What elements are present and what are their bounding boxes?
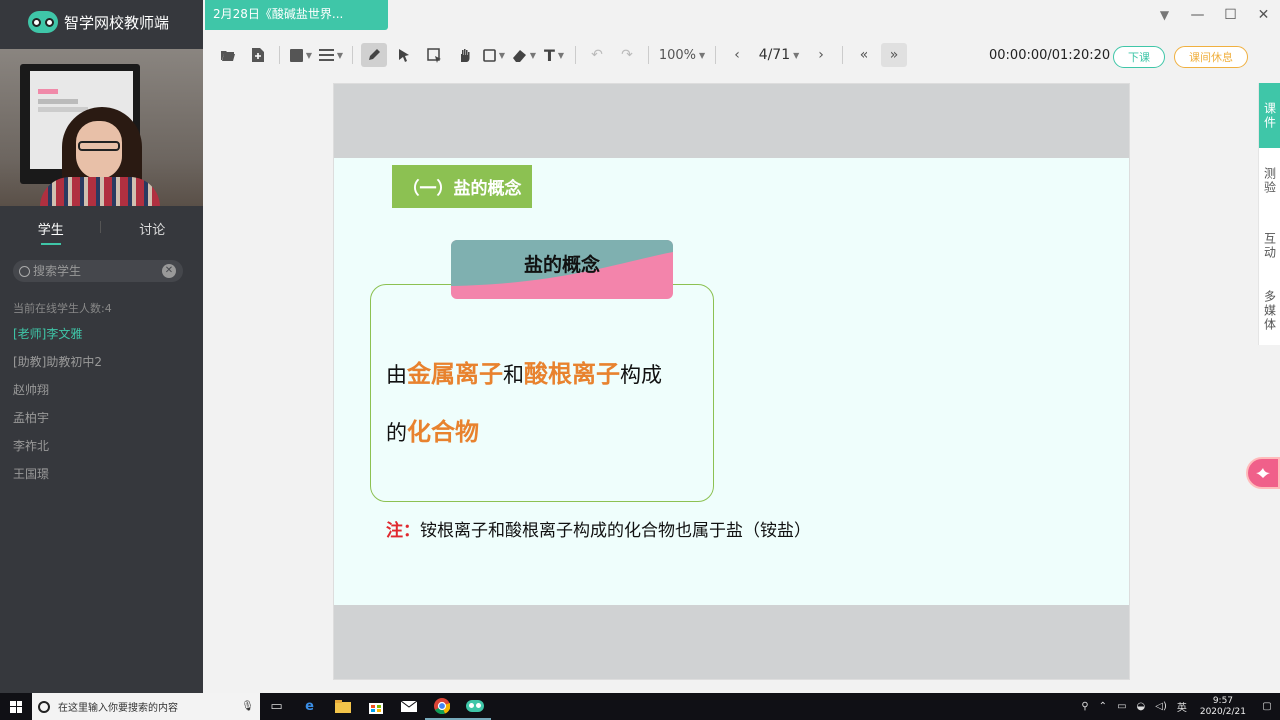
- app-name: 智学网校教师端: [64, 13, 170, 32]
- teacher-video[interactable]: [0, 49, 203, 206]
- list-item[interactable]: 孟柏宇: [13, 407, 102, 435]
- battery-icon[interactable]: ▭: [1117, 701, 1126, 712]
- list-item[interactable]: 赵帅翔: [13, 379, 102, 407]
- clear-icon[interactable]: ✕: [162, 264, 176, 278]
- highlight-text: 酸根离子: [524, 360, 620, 388]
- mail-icon[interactable]: [392, 693, 425, 720]
- concept-header: 盐的概念: [451, 240, 673, 299]
- toolbar: ▼ ▼ ▼ ▼ T ▼ ↶ ↷ 100% ▼ ‹ 4/71 ▼ › « » 00:00…: [203, 30, 1280, 80]
- note-label: 注：: [386, 521, 420, 541]
- ime-indicator[interactable]: 英: [1177, 699, 1187, 714]
- concept-box: [370, 284, 714, 502]
- clock[interactable]: 9:57 2020/2/21: [1200, 696, 1246, 718]
- break-button[interactable]: 课间休息: [1174, 46, 1248, 68]
- tab-discussion[interactable]: 讨论: [102, 206, 204, 250]
- zoom-select[interactable]: 100% ▼: [657, 43, 707, 67]
- list-item[interactable]: [老师]李文雅: [13, 323, 102, 351]
- eraser-icon[interactable]: ▼: [511, 43, 537, 67]
- folder-open-icon[interactable]: [215, 43, 241, 67]
- slide-content: （一）盐的概念 盐的概念 由金属离子和酸根离子构成 的化合物 注：铵根离子和酸根…: [334, 158, 1129, 605]
- next-page-icon[interactable]: ›: [808, 43, 834, 67]
- minimize-button[interactable]: —: [1181, 0, 1214, 30]
- prev-page-icon[interactable]: ‹: [724, 43, 750, 67]
- clock-time: 9:57: [1212, 695, 1234, 706]
- taskbar-search-text: 在这里输入你要搜索的内容: [58, 703, 178, 714]
- sidebar-tabs: 学生 讨论: [0, 206, 203, 250]
- slide[interactable]: （一）盐的概念 盐的概念 由金属离子和酸根离子构成 的化合物 注：铵根离子和酸根…: [333, 83, 1130, 680]
- right-panel-tabs: 课件 测验 互动 多媒体: [1258, 83, 1280, 345]
- app-header: 智学网校教师端: [0, 0, 203, 44]
- taskbar: 在这里输入你要搜索的内容 🎙 ▭ e ⚲ ⌃ ▭ ◒ ◁) 英 9:57 202…: [0, 693, 1280, 720]
- definition-line-2: 的化合物: [386, 418, 479, 446]
- document-tab[interactable]: 2月28日《酸碱盐世界...: [205, 0, 388, 30]
- people-icon[interactable]: ⚲: [1081, 701, 1088, 712]
- search-input[interactable]: [33, 264, 163, 278]
- network-icon[interactable]: ◒: [1137, 701, 1146, 712]
- tab-multimedia[interactable]: 多媒体: [1259, 278, 1280, 343]
- cortana-icon: [38, 700, 50, 713]
- tab-courseware[interactable]: 课件: [1259, 83, 1280, 148]
- new-page-icon[interactable]: [245, 43, 271, 67]
- first-page-icon[interactable]: «: [851, 43, 877, 67]
- tab-quiz[interactable]: 测验: [1259, 148, 1280, 213]
- shape-icon[interactable]: ▼: [481, 43, 507, 67]
- window-controls: ▼ — ☐ ✕: [1148, 0, 1280, 30]
- highlight-text: 金属离子: [407, 360, 503, 388]
- section-title: （一）盐的概念: [392, 165, 532, 208]
- store-icon[interactable]: [359, 693, 392, 720]
- online-count: 当前在线学生人数:4: [13, 302, 112, 315]
- list-item[interactable]: 王国璟: [13, 463, 102, 491]
- search-icon: [19, 265, 30, 277]
- bird-icon[interactable]: [1246, 457, 1280, 489]
- notification-icon[interactable]: ▢: [1254, 701, 1280, 712]
- fill-color-icon[interactable]: ▼: [288, 43, 314, 67]
- definition-line-1: 由金属离子和酸根离子构成: [386, 360, 662, 388]
- hand-icon[interactable]: [451, 43, 477, 67]
- dropdown-icon[interactable]: ▼: [1148, 0, 1181, 30]
- student-search: ✕: [13, 260, 183, 282]
- file-explorer-icon[interactable]: [326, 693, 359, 720]
- page-indicator: 4/71: [758, 47, 791, 63]
- edge-icon[interactable]: e: [293, 693, 326, 720]
- member-list: [老师]李文雅 [助教]助教初中2 赵帅翔 孟柏宇 李祚北 王国璟: [13, 323, 102, 491]
- chevron-up-icon[interactable]: ⌃: [1099, 701, 1107, 712]
- line-style-icon[interactable]: ▼: [318, 43, 344, 67]
- highlight-text: 化合物: [407, 418, 479, 446]
- canvas-area[interactable]: （一）盐的概念 盐的概念 由金属离子和酸根离子构成 的化合物 注：铵根离子和酸根…: [203, 80, 1256, 693]
- tab-students[interactable]: 学生: [0, 206, 102, 250]
- list-item[interactable]: [助教]助教初中2: [13, 351, 102, 379]
- undo-icon[interactable]: ↶: [584, 43, 610, 67]
- sidebar: 智学网校教师端 学生 讨论 ✕ 当前在线学生人数:4 [老师]李文雅 [助教]助…: [0, 0, 203, 693]
- close-button[interactable]: ✕: [1247, 0, 1280, 30]
- system-tray: ⚲ ⌃ ▭ ◒ ◁) 英 9:57 2020/2/21 ▢: [1076, 693, 1280, 720]
- tab-divider: [100, 221, 101, 233]
- maximize-button[interactable]: ☐: [1214, 0, 1247, 30]
- class-timer: 00:00:00/01:20:20: [989, 48, 1111, 63]
- pointer-icon[interactable]: [391, 43, 417, 67]
- volume-icon[interactable]: ◁): [1155, 701, 1167, 712]
- pen-icon[interactable]: [361, 43, 387, 67]
- note-text: 铵根离子和酸根离子构成的化合物也属于盐（铵盐）: [420, 521, 811, 541]
- zoom-level: 100%: [658, 47, 696, 63]
- note-line: 注：铵根离子和酸根离子构成的化合物也属于盐（铵盐）: [386, 516, 811, 541]
- text-icon[interactable]: T ▼: [541, 43, 567, 67]
- last-page-icon[interactable]: »: [881, 43, 907, 67]
- end-class-button[interactable]: 下课: [1113, 46, 1165, 68]
- windows-start-icon[interactable]: [0, 693, 32, 720]
- microphone-icon[interactable]: 🎙: [241, 701, 254, 712]
- owl-logo-icon: [28, 11, 58, 33]
- concept-header-text: 盐的概念: [523, 253, 600, 276]
- list-item[interactable]: 李祚北: [13, 435, 102, 463]
- clock-date: 2020/2/21: [1199, 706, 1246, 717]
- taskbar-search[interactable]: 在这里输入你要搜索的内容 🎙: [32, 693, 260, 720]
- tab-interaction[interactable]: 互动: [1259, 213, 1280, 278]
- page-select[interactable]: 4/71 ▼: [754, 43, 804, 67]
- chrome-icon[interactable]: [425, 693, 458, 720]
- redo-icon[interactable]: ↷: [614, 43, 640, 67]
- task-view-icon[interactable]: ▭: [260, 693, 293, 720]
- select-icon[interactable]: [421, 43, 447, 67]
- zhixue-app-icon[interactable]: [458, 693, 491, 720]
